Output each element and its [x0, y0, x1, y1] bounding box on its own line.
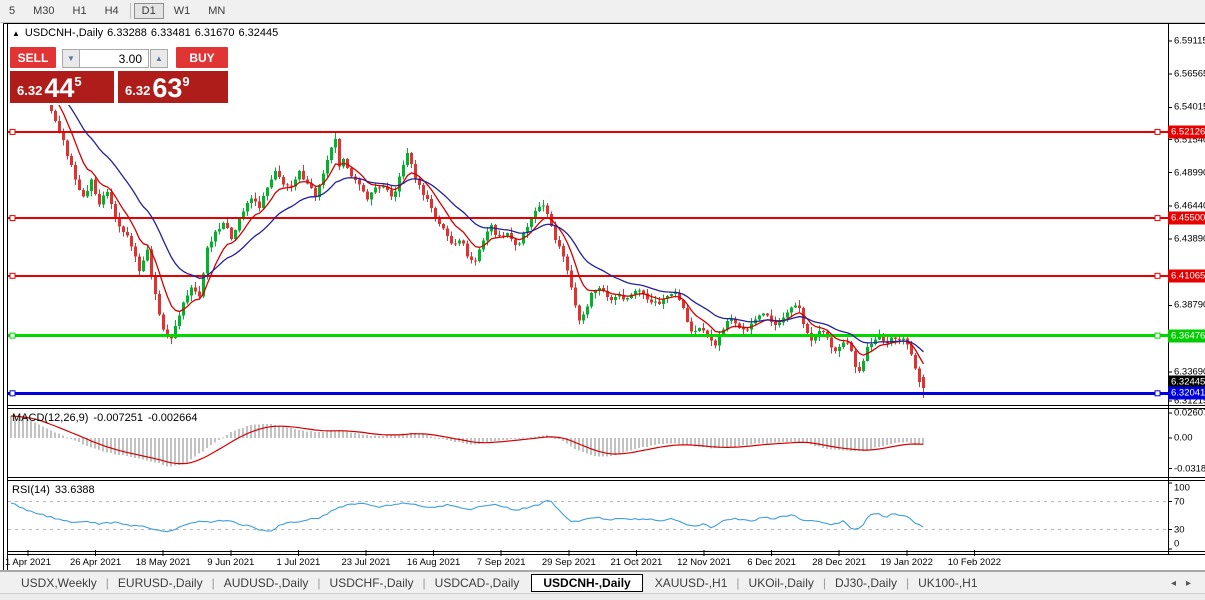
date-axis-label: 10 Feb 2022: [947, 557, 1002, 568]
date-axis-label: 6 Dec 2021: [747, 557, 796, 568]
price-marker: 6.41065: [1168, 269, 1205, 283]
bid-prefix: 6.32: [17, 83, 43, 98]
chart-tab-uk100-[interactable]: UK100-,H1: [909, 574, 986, 592]
volume-input[interactable]: [79, 49, 149, 68]
volume-decrease-button[interactable]: ▼: [62, 49, 80, 68]
price-axis-label: 6.59115: [1174, 35, 1205, 47]
tab-scroll-left-icon[interactable]: ◂: [1171, 578, 1176, 589]
chart-tab-bar: USDX,Weekly | EURUSD-,Daily | AUDUSD-,Daily |…: [0, 571, 1205, 594]
quote-close: 6.32445: [238, 27, 279, 39]
price-axis-label: 6.54015: [1174, 101, 1205, 113]
date-axis-label: 16 Aug 2021: [406, 557, 461, 568]
chart-tab-usdx[interactable]: USDX,Weekly: [12, 574, 106, 592]
ask-prefix: 6.32: [125, 83, 151, 98]
chart-symbol-label: USDCNH-,Daily: [24, 27, 104, 39]
chart-tab-ukoil-[interactable]: UKOil-,Daily: [740, 574, 823, 592]
rsi-axis-label: 30: [1174, 524, 1185, 535]
ask-pip-digit: 9: [182, 74, 190, 89]
rsi-name: RSI(14): [12, 484, 50, 496]
rsi-axis-label: 100: [1174, 482, 1190, 494]
macd-axis-label: 0.00: [1174, 432, 1193, 444]
date-axis-label: 12 Nov 2021: [677, 557, 731, 568]
date-axis-label: 26 Apr 2021: [69, 557, 122, 568]
price-marker: 6.52126: [1168, 125, 1205, 139]
price-marker: 6.45500: [1168, 211, 1205, 225]
date-axis-label: 9 Jun 2021: [207, 557, 255, 568]
date-axis-label: 29 Sep 2021: [541, 557, 596, 568]
bid-price-box[interactable]: 6.32 44 5: [10, 71, 114, 103]
chart-tab-dj30-[interactable]: DJ30-,Daily: [826, 574, 906, 592]
chart-tab-usdcnh-[interactable]: USDCNH-,Daily: [531, 574, 643, 592]
bid-pip-digit: 5: [74, 74, 82, 89]
date-axis-label: 21 Oct 2021: [610, 557, 663, 568]
trading-terminal-window: 5 M30 H1 H4 D1 W1 MN ▲ USDCNH-,Daily 6.33288 6.33…: [0, 0, 1205, 600]
rsi-axis-label: 70: [1174, 496, 1185, 507]
quote-high: 6.33481: [150, 27, 191, 39]
ask-price-box[interactable]: 6.32 63 9: [118, 71, 228, 103]
price-axis-label: 6.43890: [1174, 233, 1205, 245]
rsi-axis-label: 0: [1174, 538, 1180, 550]
date-axis-label: 28 Dec 2021: [812, 557, 867, 568]
macd-indicator-label: MACD(12,26,9) -0.007251 -0.002664: [12, 412, 203, 424]
date-axis-label: 23 Jul 2021: [341, 557, 391, 568]
tab-scroll-nav: ◂ ▸: [1171, 578, 1205, 589]
rsi-indicator-label: RSI(14) 33.6388: [12, 484, 100, 496]
price-marker: 6.36476: [1168, 329, 1205, 343]
macd-axis-label: -0.03187: [1174, 463, 1205, 475]
date-axis-label: 7 Sep 2021: [476, 557, 526, 568]
macd-signal-value: -0.002664: [147, 412, 198, 424]
date-axis-label: 18 May 2021: [135, 557, 191, 568]
chart-tab-usdcad-[interactable]: USDCAD-,Daily: [426, 574, 529, 592]
tab-scroll-right-icon[interactable]: ▸: [1186, 578, 1191, 589]
bid-big-digits: 44: [44, 73, 75, 103]
chart-tab-xauusd-[interactable]: XAUUSD-,H1: [646, 574, 737, 592]
chart-tab-usdchf-[interactable]: USDCHF-,Daily: [321, 574, 423, 592]
date-axis-label: 19 Jan 2022: [880, 557, 933, 568]
price-axis-label: 6.56565: [1174, 68, 1205, 80]
chart-header: ▲ USDCNH-,Daily 6.33288 6.33481 6.31670 6.324…: [12, 27, 282, 39]
chart-tab-eurusd-[interactable]: EURUSD-,Daily: [109, 574, 212, 592]
price-axis-label: 6.38790: [1174, 299, 1205, 311]
price-marker: 6.32041: [1168, 386, 1205, 400]
rsi-value: 33.6388: [54, 484, 95, 496]
date-axis-label: 1 Apr 2021: [5, 557, 51, 568]
buy-button[interactable]: BUY: [176, 47, 228, 68]
volume-increase-button[interactable]: ▲: [150, 49, 168, 68]
sell-button[interactable]: SELL: [10, 47, 56, 68]
chart-tab-audusd-[interactable]: AUDUSD-,Daily: [215, 574, 318, 592]
macd-main-value: -0.007251: [93, 412, 143, 424]
collapse-triangle-icon[interactable]: ▲: [12, 29, 20, 38]
quote-open: 6.33288: [107, 27, 147, 39]
date-axis-label: 1 Jul 2021: [276, 557, 321, 568]
price-axis-label: 6.48990: [1174, 167, 1205, 179]
price-axis-label: 6.46440: [1174, 200, 1205, 212]
macd-name: MACD(12,26,9): [12, 412, 89, 424]
one-click-trade-panel: SELL ▼ ▲ BUY 6.32 44 5 6.32 63 9: [8, 45, 229, 105]
ask-big-digits: 63: [152, 73, 183, 103]
macd-axis-label: 0.02607: [1174, 407, 1205, 419]
quote-low: 6.31670: [194, 27, 235, 39]
